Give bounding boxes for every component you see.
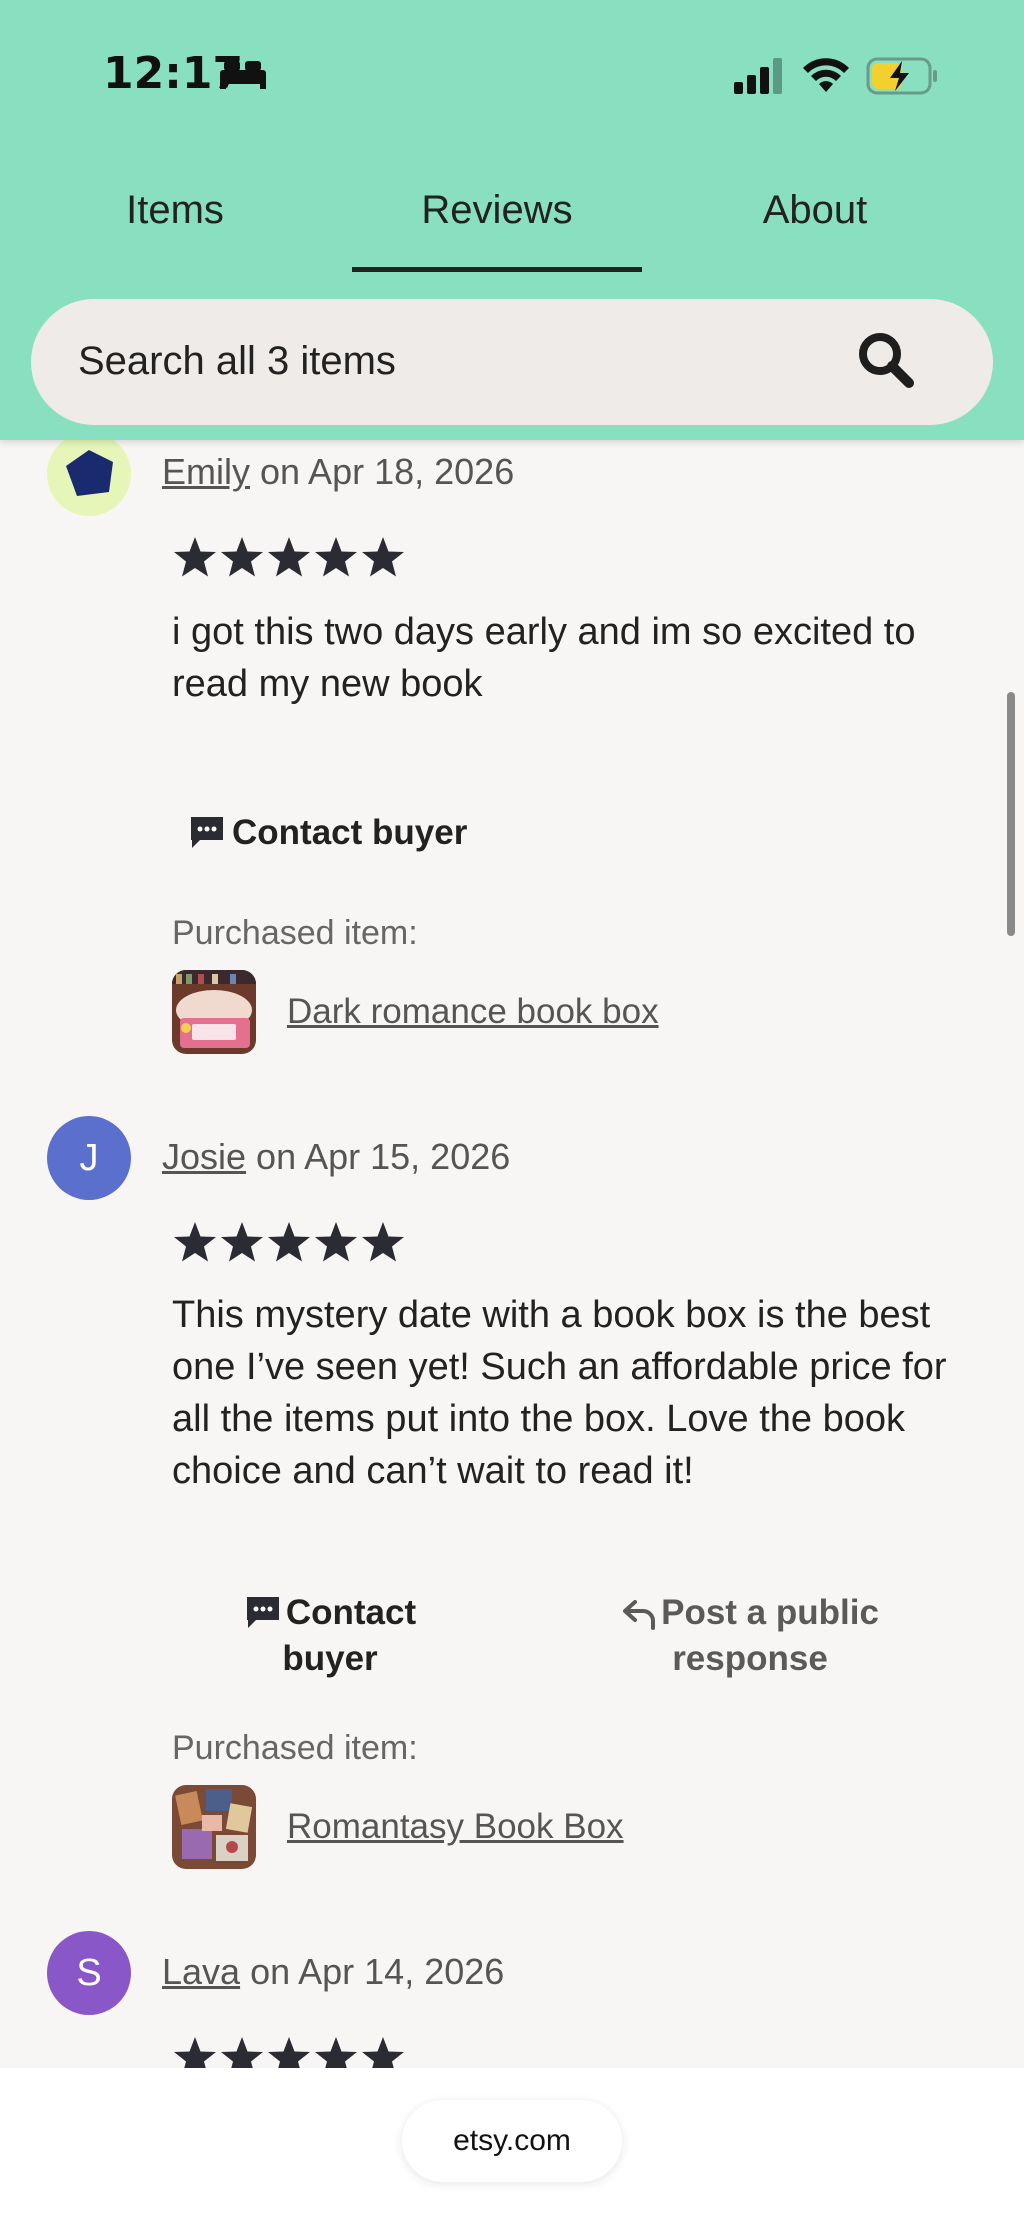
tab-about[interactable]: About: [700, 170, 930, 274]
review-date: on Apr 18, 2026: [250, 451, 515, 492]
status-bar: 12:17: [0, 0, 1024, 150]
star-icon: [221, 537, 263, 577]
star-icon: [268, 1222, 310, 1262]
reviewer-name[interactable]: Emily: [162, 451, 250, 492]
star-icon: [315, 1222, 357, 1262]
signal-icon: [734, 58, 782, 94]
star-icon: [174, 537, 216, 577]
star-icon: [268, 537, 310, 577]
battery-charging-icon: [866, 57, 937, 95]
item-thumbnail[interactable]: [172, 970, 256, 1054]
message-icon: [191, 817, 223, 848]
avatar[interactable]: J: [47, 1116, 131, 1200]
dark-romance-box-thumbnail: [172, 970, 256, 1054]
contact-buyer-label: Contact buyer: [282, 1593, 417, 1678]
post-public-response-label: Post a public response: [661, 1593, 879, 1678]
post-public-response-button[interactable]: Post a public response: [605, 1590, 895, 1682]
tab-reviews[interactable]: Reviews: [352, 170, 642, 274]
star-icon: [362, 1222, 404, 1262]
browser-url-pill[interactable]: etsy.com: [402, 2100, 622, 2182]
star-icon: [362, 537, 404, 577]
reviewer-line: Emily on Apr 18, 2026: [162, 451, 514, 493]
bed-icon: [220, 61, 266, 89]
purchased-item-link[interactable]: Dark romance book box: [287, 992, 659, 1032]
avatar[interactable]: [47, 432, 131, 516]
reply-icon: [623, 1600, 656, 1630]
search-icon[interactable]: [855, 329, 917, 391]
scrollbar[interactable]: [1007, 692, 1015, 936]
star-icon: [315, 537, 357, 577]
reviewer-name[interactable]: Lava: [162, 1951, 240, 1992]
reviewer-line: Josie on Apr 15, 2026: [162, 1136, 510, 1178]
purchased-item-link[interactable]: Romantasy Book Box: [287, 1807, 624, 1847]
contact-buyer-label: Contact buyer: [232, 813, 468, 852]
search-bar[interactable]: Search all 3 items: [31, 299, 993, 425]
browser-bottom-bar: etsy.com: [0, 2068, 1024, 2220]
reviewer-name[interactable]: Josie: [162, 1136, 246, 1177]
item-thumbnail[interactable]: [172, 1785, 256, 1869]
star-rating: [174, 537, 404, 577]
shop-tabs: Items Reviews About: [0, 170, 1024, 274]
star-icon: [174, 1222, 216, 1262]
reviewer-line: Lava on Apr 14, 2026: [162, 1951, 504, 1993]
romantasy-box-thumbnail: [172, 1785, 256, 1869]
star-icon: [221, 1222, 263, 1262]
active-tab-indicator: [352, 267, 642, 272]
review-text: i got this two days early and im so exci…: [172, 611, 916, 705]
review-date: on Apr 15, 2026: [246, 1136, 511, 1177]
contact-buyer-button[interactable]: Contact buyer: [188, 810, 508, 856]
contact-buyer-button[interactable]: Contact buyer: [220, 1590, 440, 1682]
purchased-item-label: Purchased item:: [172, 914, 418, 952]
message-icon: [246, 1597, 279, 1628]
purchased-item-label: Purchased item:: [172, 1729, 418, 1767]
search-input[interactable]: Search all 3 items: [78, 339, 396, 384]
review-date: on Apr 14, 2026: [240, 1951, 505, 1992]
shop-header: 12:17 Items Reviews About Search all 3 i…: [0, 0, 1024, 440]
star-rating: [174, 1222, 404, 1262]
wifi-icon: [803, 58, 849, 92]
avatar-pentagon-icon: [66, 450, 113, 496]
avatar[interactable]: S: [47, 1931, 131, 2015]
review-text: This mystery date with a book box is the…: [172, 1294, 947, 1492]
tab-items[interactable]: Items: [60, 170, 290, 274]
